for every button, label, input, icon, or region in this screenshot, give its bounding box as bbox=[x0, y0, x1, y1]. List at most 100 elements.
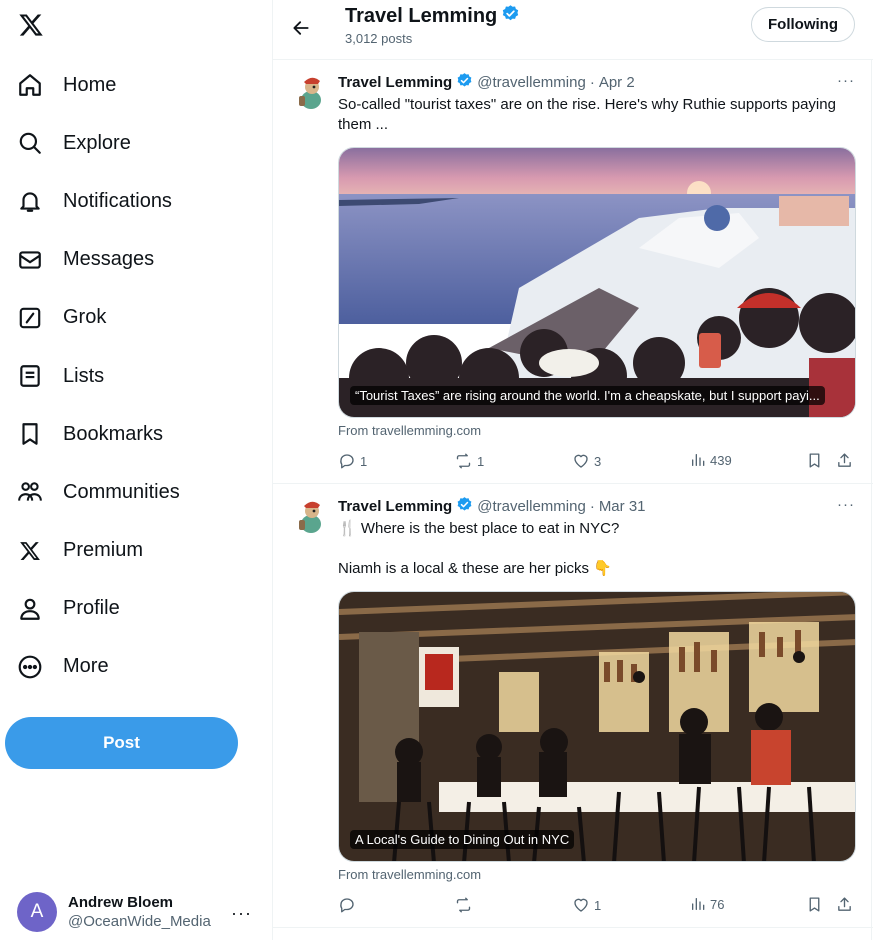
heart-icon bbox=[574, 454, 588, 468]
bookmark-icon bbox=[809, 453, 820, 468]
nav-label: Bookmarks bbox=[63, 422, 164, 445]
card-caption: A Local's Guide to Dining Out in NYC bbox=[350, 830, 575, 849]
link-card[interactable]: “Tourist Taxes” are rising around the wo… bbox=[338, 147, 856, 418]
back-arrow-icon[interactable] bbox=[287, 14, 315, 42]
author-handle[interactable]: @travellemming bbox=[477, 74, 586, 91]
nav-label: Messages bbox=[63, 248, 155, 271]
author-name[interactable]: Travel Lemming bbox=[338, 74, 452, 91]
tweet-date[interactable]: Mar 31 bbox=[599, 498, 646, 515]
share-icon bbox=[838, 897, 851, 911]
tweet-actions: 1 76 bbox=[338, 896, 858, 916]
nav-messages[interactable]: Messages bbox=[0, 231, 272, 289]
nav-premium[interactable]: Premium bbox=[0, 522, 272, 580]
author-handle[interactable]: @travellemming bbox=[477, 498, 586, 515]
repost-count: 1 bbox=[477, 453, 485, 469]
repost-icon bbox=[456, 453, 471, 469]
repost-button[interactable] bbox=[454, 896, 477, 914]
tweet-header: Travel Lemming @travellemming · Mar 31 bbox=[338, 496, 646, 517]
reply-button[interactable] bbox=[338, 896, 360, 914]
card-source[interactable]: From travellemming.com bbox=[338, 867, 481, 882]
account-name: Andrew Bloem bbox=[68, 894, 174, 911]
reply-icon bbox=[340, 898, 354, 913]
post-button[interactable]: Post bbox=[5, 717, 238, 769]
nav-label: More bbox=[63, 655, 109, 678]
share-icon bbox=[838, 453, 851, 467]
link-card[interactable]: A Local's Guide to Dining Out in NYC bbox=[338, 591, 856, 862]
like-button[interactable]: 1 bbox=[572, 896, 601, 914]
share-button[interactable] bbox=[836, 896, 853, 913]
bookmark-icon bbox=[17, 421, 43, 447]
nav-label: Profile bbox=[63, 597, 120, 620]
account-switcher[interactable]: A Andrew Bloem @OceanWide_Media ··· bbox=[0, 884, 272, 940]
views-chart-icon bbox=[692, 454, 705, 466]
lemming-avatar[interactable] bbox=[290, 496, 330, 536]
tweet-header: Travel Lemming @travellemming · Apr 2 bbox=[338, 72, 635, 93]
views-button[interactable]: 76 bbox=[690, 896, 724, 912]
views-button[interactable]: 439 bbox=[690, 452, 732, 468]
home-icon bbox=[17, 72, 43, 98]
nav-explore[interactable]: Explore bbox=[0, 114, 272, 172]
nav-communities[interactable]: Communities bbox=[0, 463, 272, 521]
card-caption: “Tourist Taxes” are rising around the wo… bbox=[350, 386, 825, 405]
avatar: A bbox=[17, 892, 57, 932]
tweet-text-line-2: Niamh is a local & these are her picks 👇 bbox=[338, 560, 612, 577]
x-logo-icon bbox=[17, 538, 43, 564]
view-count: 76 bbox=[710, 896, 725, 912]
lemming-avatar[interactable] bbox=[290, 72, 330, 112]
person-icon bbox=[17, 596, 43, 622]
santorini-image bbox=[339, 148, 855, 417]
verified-badge-icon bbox=[501, 4, 520, 29]
tweet-text-line-1: 🍴 Where is the best place to eat in NYC? bbox=[338, 520, 620, 537]
share-button[interactable] bbox=[836, 452, 853, 469]
nav-label: Explore bbox=[63, 131, 131, 154]
account-info: Andrew Bloem @OceanWide_Media bbox=[68, 894, 211, 930]
author-name[interactable]: Travel Lemming bbox=[338, 498, 452, 515]
primary-nav: Home Explore Notifications Messages Grok bbox=[0, 56, 272, 696]
nav-grok[interactable]: Grok bbox=[0, 289, 272, 347]
account-handle: @OceanWide_Media bbox=[68, 913, 211, 930]
x-logo-icon[interactable] bbox=[14, 8, 48, 42]
bookmark-button[interactable] bbox=[806, 896, 823, 913]
tweet-text: So-called "tourist taxes" are on the ris… bbox=[338, 96, 836, 133]
reply-count: 1 bbox=[360, 453, 368, 469]
people-icon bbox=[17, 479, 43, 505]
nav-bookmarks[interactable]: Bookmarks bbox=[0, 405, 272, 463]
view-count: 439 bbox=[710, 452, 732, 468]
repost-button[interactable]: 1 bbox=[454, 452, 484, 470]
nav-notifications[interactable]: Notifications bbox=[0, 172, 272, 230]
repost-icon bbox=[456, 897, 471, 913]
list-icon bbox=[17, 363, 43, 389]
verified-badge-icon bbox=[456, 72, 473, 93]
profile-name: Travel Lemming bbox=[345, 5, 498, 27]
reply-icon bbox=[340, 454, 354, 469]
separator-dot: · bbox=[589, 498, 595, 515]
separator-dot: · bbox=[589, 74, 595, 91]
more-dots-icon[interactable]: ··· bbox=[231, 903, 252, 924]
views-chart-icon bbox=[692, 898, 705, 910]
card-source[interactable]: From travellemming.com bbox=[338, 423, 481, 438]
tweet-date[interactable]: Apr 2 bbox=[599, 74, 635, 91]
search-icon bbox=[17, 130, 43, 156]
page-title: Travel Lemming bbox=[345, 4, 520, 29]
grok-icon bbox=[17, 305, 43, 331]
bookmark-button[interactable] bbox=[806, 452, 823, 469]
nav-label: Communities bbox=[63, 480, 180, 503]
nav-label: Premium bbox=[63, 539, 144, 562]
bell-icon bbox=[17, 188, 43, 214]
profile-header: Travel Lemming 3,012 posts Following bbox=[273, 0, 873, 60]
following-button[interactable]: Following bbox=[751, 7, 855, 42]
more-dots-icon[interactable]: ··· bbox=[837, 496, 855, 513]
tweet[interactable]: Travel Lemming @travellemming · Apr 2 ··… bbox=[273, 60, 873, 484]
like-button[interactable]: 3 bbox=[572, 452, 601, 470]
like-count: 1 bbox=[594, 897, 602, 913]
post-count: 3,012 posts bbox=[345, 31, 413, 46]
more-dots-icon[interactable]: ··· bbox=[837, 72, 855, 89]
heart-icon bbox=[574, 898, 588, 912]
nav-home[interactable]: Home bbox=[0, 56, 272, 114]
nav-profile[interactable]: Profile bbox=[0, 580, 272, 638]
nav-lists[interactable]: Lists bbox=[0, 347, 272, 405]
nav-more[interactable]: More bbox=[0, 638, 272, 696]
envelope-icon bbox=[17, 247, 43, 273]
reply-button[interactable]: 1 bbox=[338, 452, 367, 470]
tweet[interactable]: Travel Lemming @travellemming · Mar 31 ·… bbox=[273, 484, 873, 928]
